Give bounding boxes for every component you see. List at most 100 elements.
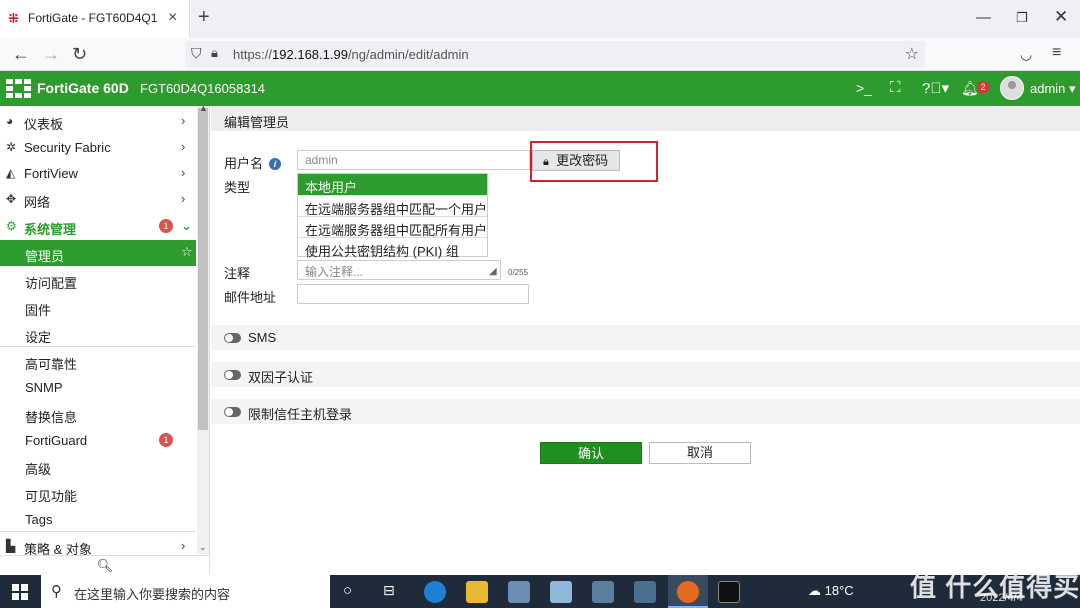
search-icon: ⚲ [51,583,62,600]
sidebar-item-dashboard[interactable]: ◕ 仪表板 › [0,108,196,134]
type-label: 类型 [224,180,251,195]
sidebar-item-feature-visibility[interactable]: 可见功能 [0,480,196,506]
windows-start-icon[interactable] [12,584,28,600]
cli-console-icon[interactable]: >_ [856,80,872,96]
url-text[interactable]: https://192.168.1.99/ng/admin/edit/admin [233,47,469,62]
gear-icon: ⚙ [6,219,17,233]
sidebar-item-tags[interactable]: Tags [0,506,196,532]
forward-icon[interactable]: → [42,44,60,65]
info-icon[interactable]: i [269,158,282,170]
minimize-icon[interactable]: — [976,9,991,26]
lock-icon[interactable]: 🔒︎ [211,45,218,61]
sidebar-item-replacement-messages[interactable]: 替换信息 [0,401,196,427]
firefox-icon[interactable] [677,581,699,603]
type-option-remote-single[interactable]: 在远端服务器组中匹配一个用户 [298,195,487,217]
menu-icon[interactable]: ≡ [1052,44,1061,62]
two-factor-toggle[interactable] [224,370,241,380]
type-option-pki[interactable]: 使用公共密钥结构 (PKI) 组 [298,237,487,259]
browser-tab[interactable]: ⁜ FortiGate - FGT60D4Q16058314 × [0,0,190,38]
weather-widget[interactable]: ☁ 18°C [808,583,854,599]
sidebar-item-firmware[interactable]: 固件 [0,294,196,320]
fabric-icon: ✲ [6,140,17,154]
edge-icon[interactable] [424,581,446,603]
trusted-hosts-label: 限制信任主机登录 [248,407,353,422]
app-icon[interactable] [634,581,656,603]
trusted-hosts-row: 限制信任主机登录 [211,399,1080,424]
sidebar-item-system[interactable]: ⚙ 系统管理 1 ⌄ [0,213,196,239]
notification-badge: 2 [977,81,989,93]
dashboard-icon: ◕ [6,114,14,128]
chevron-right-icon: › [181,165,186,180]
highlight-box [530,141,658,182]
username-label: 用户名 i [224,153,282,172]
user-menu[interactable]: admin ▾ [1030,81,1076,97]
app-icon[interactable] [508,581,530,603]
page-title: 编辑管理员 [224,115,290,130]
browser-tab-bar: ⁜ FortiGate - FGT60D4Q16058314 × + — ❐ ✕ [0,0,1080,38]
device-serial: FGT60D4Q16058314 [140,81,266,96]
maximize-icon[interactable]: ❐ [1016,10,1028,26]
sidebar-item-fortiview[interactable]: ◭ FortiView › [0,160,196,186]
close-tab-icon[interactable]: × [168,9,177,27]
avatar[interactable] [1000,76,1024,100]
bell-icon[interactable]: 🔔︎ [961,80,979,97]
comment-counter: 0/255 [508,268,529,277]
shield-icon[interactable]: ⛉ [191,45,202,62]
sms-toggle[interactable] [224,333,241,343]
file-explorer-icon[interactable] [466,581,488,603]
type-option-remote-all[interactable]: 在远端服务器组中匹配所有用户 [298,216,487,238]
username-field[interactable]: admin [297,150,530,170]
scroll-down-icon[interactable]: ⌄ [199,542,207,553]
sidebar-item-ha[interactable]: 高可靠性 [0,348,196,374]
email-field[interactable] [297,284,529,304]
comment-field[interactable]: 输入注释... [297,260,501,280]
user-type-selector[interactable]: 本地用户 在远端服务器组中匹配一个用户 在远端服务器组中匹配所有用户 使用公共密… [297,173,488,259]
comment-label: 注释 [224,266,251,281]
watermark: 值 什么值得买 [910,572,1080,602]
terminal-icon[interactable] [718,581,740,603]
favorite-star-icon[interactable]: ☆ [181,244,193,260]
ok-button[interactable]: 确认 [540,442,642,464]
app-icon[interactable] [592,581,614,603]
sidebar-item-advanced[interactable]: 高级 [0,453,196,479]
network-icon: ✥ [6,192,17,206]
sidebar-item-admin-profiles[interactable]: 访问配置 [0,267,196,293]
chevron-down-icon: ⌄ [181,218,192,233]
address-bar[interactable]: ⛉ 🔒︎ https://192.168.1.99/ng/admin/edit/… [185,41,925,68]
sidebar-scrollbar-thumb[interactable] [198,108,208,430]
bookmark-star-icon[interactable]: ☆ [905,44,919,64]
main-content: 编辑管理员 用户名 i admin 🔒︎ 更改密码 类型 本地用户 在远端服务器组… [211,106,1080,575]
device-model: FortiGate 60D [37,80,129,96]
sms-row: SMS [211,325,1080,350]
cancel-button[interactable]: 取消 [649,442,751,464]
sidebar-item-administrators[interactable]: 管理员 ☆ [0,240,196,266]
trusted-hosts-toggle[interactable] [224,407,241,417]
sidebar-search-icon[interactable]: 🔍︎ [0,555,209,575]
new-tab-icon[interactable]: + [198,6,210,29]
resize-handle-icon[interactable]: ◢ [489,266,497,277]
back-icon[interactable]: ← [12,44,30,65]
reload-icon[interactable]: ↻ [72,44,87,65]
pocket-icon[interactable]: ◡ [1020,46,1032,63]
fortinet-logo-icon [6,79,32,99]
policy-icon: ▙ [6,539,16,553]
sidebar-item-network[interactable]: ✥ 网络 › [0,186,196,212]
help-icon[interactable]: ?⃝▾ [922,79,949,97]
type-option-local[interactable]: 本地用户 [298,174,487,195]
close-window-icon[interactable]: ✕ [1054,7,1068,27]
fullscreen-icon[interactable]: ⛶ [890,79,901,96]
sms-label: SMS [248,330,277,345]
task-view-icon[interactable]: ○ [343,582,352,599]
chevron-right-icon: › [181,113,186,128]
sidebar-item-fortiguard[interactable]: FortiGuard 1 [0,427,196,453]
widgets-icon[interactable]: ⊟ [383,582,395,599]
email-label: 邮件地址 [224,290,277,305]
scroll-up-icon[interactable]: ▲ [199,106,208,113]
notepad-icon[interactable] [550,581,572,603]
sidebar-item-snmp[interactable]: SNMP [0,374,196,400]
sidebar-item-security-fabric[interactable]: ✲ Security Fabric › [0,134,196,160]
status-badge: 1 [159,219,173,233]
chevron-right-icon: › [181,538,186,553]
taskbar-search-input[interactable]: ⚲ 在这里输入你要搜索的内容 [41,575,330,608]
sidebar-item-settings[interactable]: 设定 [0,321,196,347]
